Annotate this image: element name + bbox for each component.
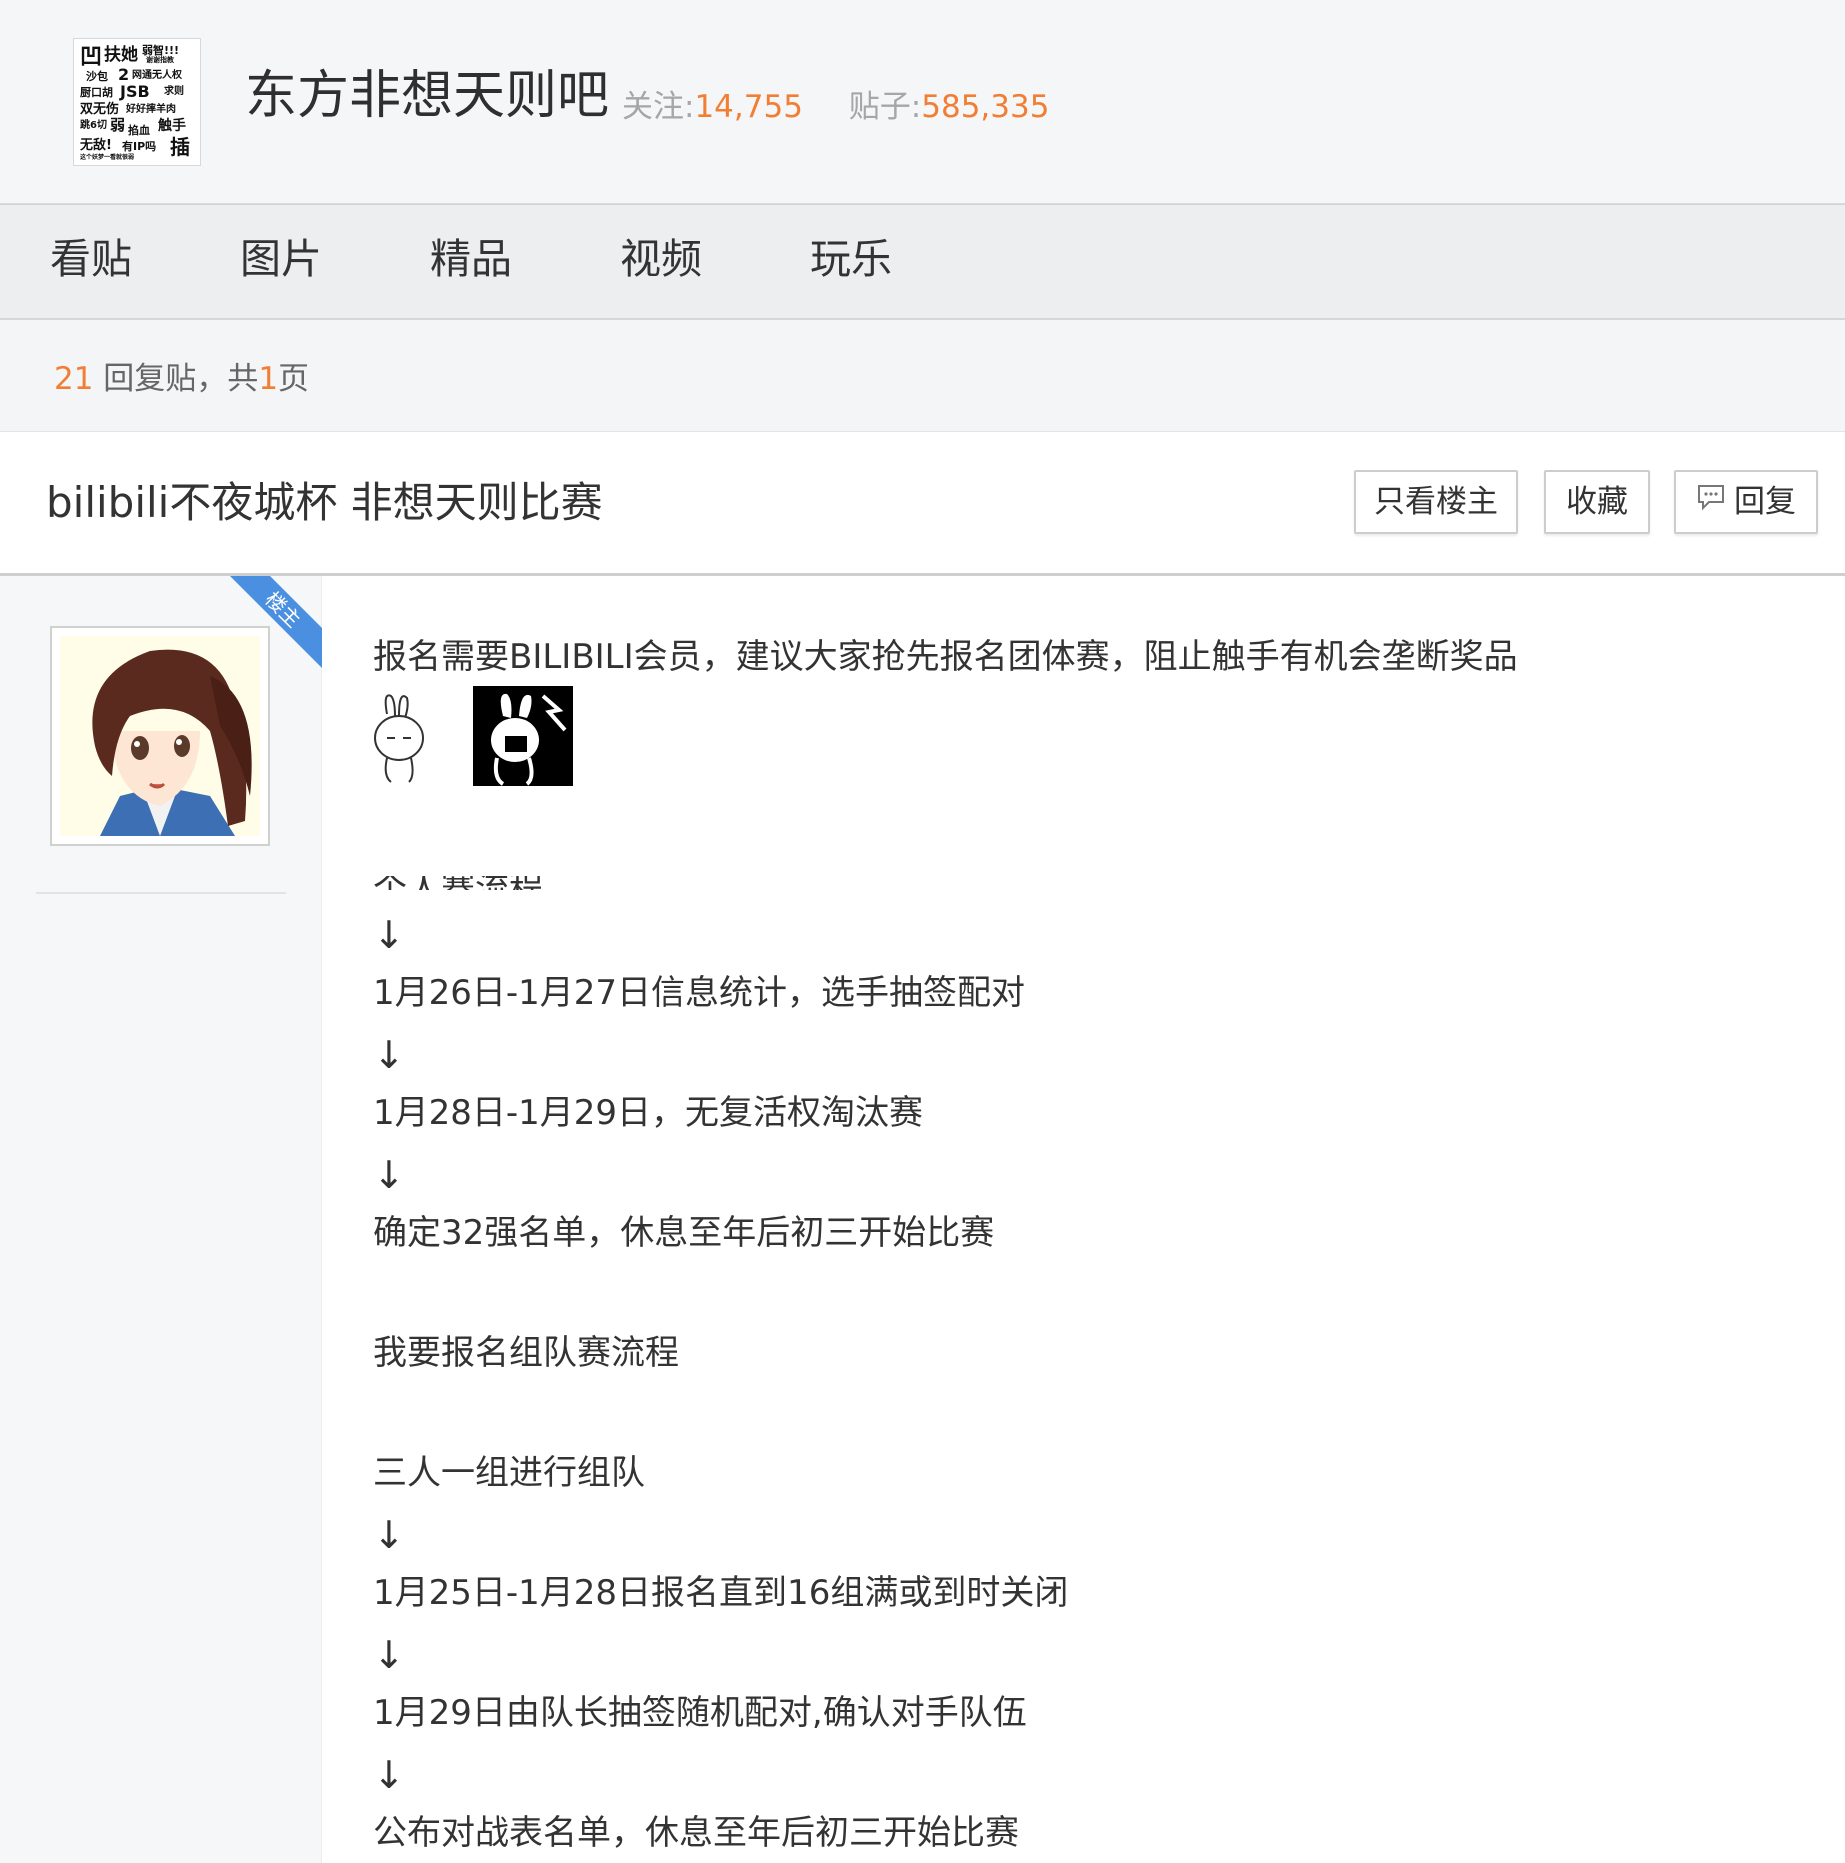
author-divider	[36, 892, 286, 894]
thread-title: bilibili不夜城杯 非想天则比赛	[46, 478, 603, 527]
flow-arrow: ↓	[373, 1153, 405, 1197]
favorite-button[interactable]: 收藏	[1544, 470, 1650, 534]
post-line: 三人一组进行组队	[373, 1453, 645, 1493]
flow-arrow: ↓	[373, 1513, 405, 1557]
reply-button-label: 回复	[1734, 484, 1796, 520]
forum-logo[interactable]: 凹 扶她 弱智!!! 谢谢指教 沙包 2 网通无人权 厨口胡 JSB 求则 双无…	[73, 38, 201, 166]
reply-button[interactable]: 回复	[1674, 470, 1818, 534]
flow-arrow: ↓	[373, 1753, 405, 1797]
reply-info-bar: 21 回复贴，共1页	[0, 320, 1845, 432]
only-op-button[interactable]: 只看楼主	[1354, 470, 1518, 534]
post-cut-line: 个人赛流程	[373, 876, 773, 890]
posts-label: 贴子:	[848, 89, 922, 125]
forum-nav: 看贴 图片 精品 视频 玩乐	[0, 204, 1845, 320]
reply-count: 21	[54, 361, 94, 397]
flow-arrow: ↓	[373, 1033, 405, 1077]
tab-fun[interactable]: 玩乐	[810, 239, 892, 280]
tab-posts[interactable]: 看贴	[50, 239, 132, 280]
post-content: 报名需要BILIBILI会员，建议大家抢先报名团体赛，阻止触手有机会垄断奖品 个…	[373, 576, 1813, 1863]
post-intro: 报名需要BILIBILI会员，建议大家抢先报名团体赛，阻止触手有机会垄断奖品	[373, 637, 1518, 677]
post-line: 确定32强名单，休息至年后初三开始比赛	[373, 1213, 995, 1253]
posts-count: 585,335	[921, 89, 1050, 125]
rabbit-emoji	[373, 686, 429, 792]
tab-images[interactable]: 图片	[240, 239, 322, 280]
forum-header: 凹 扶她 弱智!!! 谢谢指教 沙包 2 网通无人权 厨口胡 JSB 求则 双无…	[0, 0, 1845, 204]
angry-rabbit-emoji	[473, 686, 573, 792]
post-line: 我要报名组队赛流程	[373, 1333, 679, 1373]
forum-name[interactable]: 东方非想天则吧	[245, 70, 609, 122]
post-line: 1月26日-1月27日信息统计，选手抽签配对	[373, 973, 1026, 1013]
follow-count: 14,755	[694, 89, 803, 125]
forum-stats: 关注:14,755 贴子:585,335	[622, 92, 1049, 123]
author-panel	[0, 576, 322, 1863]
page-suffix: 页	[278, 361, 310, 397]
post-line: 1月28日-1月29日，无复活权淘汰赛	[373, 1093, 924, 1133]
flow-arrow: ↓	[373, 913, 405, 957]
post-line: 1月25日-1月28日报名直到16组满或到时关闭	[373, 1573, 1069, 1613]
thread-header: bilibili不夜城杯 非想天则比赛 只看楼主 收藏 回复	[0, 432, 1845, 576]
post-line: 公布对战表名单，休息至年后初三开始比赛	[373, 1813, 1019, 1853]
tab-featured[interactable]: 精品	[430, 239, 512, 280]
follow-label: 关注:	[622, 89, 695, 125]
op-badge: 楼主	[230, 576, 322, 668]
post-line: 1月29日由队长抽签随机配对,确认对手队伍	[373, 1693, 1027, 1733]
reply-count-text: 21 回复贴，共1页	[54, 364, 309, 395]
page-count: 1	[258, 361, 279, 397]
tab-videos[interactable]: 视频	[620, 239, 702, 280]
forum-logo-text: 凹 扶她 弱智!!! 谢谢指教 沙包 2 网通无人权 厨口胡 JSB 求则 双无…	[80, 44, 190, 161]
comment-icon	[1696, 471, 1726, 531]
reply-label: 回复贴，共	[93, 361, 259, 397]
flow-arrow: ↓	[373, 1633, 405, 1677]
